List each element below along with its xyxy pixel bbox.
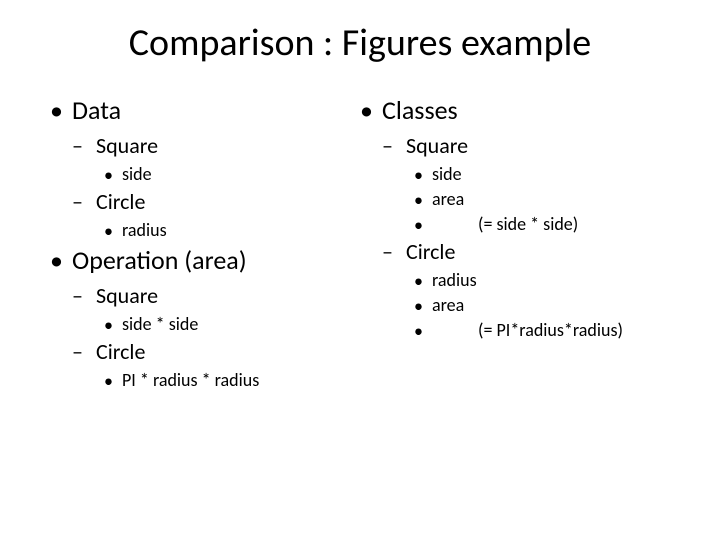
bullet-operation: Operation (area) [50,244,360,276]
bullet-pi-radius: PI * radius * radius [104,369,360,391]
bullet-class-side: side [414,163,670,185]
bullet-radius: radius [104,219,360,241]
bullet-square-op: Square [72,282,360,309]
bullet-class-area2: area [414,294,670,316]
slide: Comparison : Figures example Data Square… [0,0,720,540]
bullet-class-formula: (= side * side) [414,213,670,235]
slide-title: Comparison : Figures example [50,20,670,66]
bullet-class-radius: radius [414,269,670,291]
right-column: Classes Square side area (= side * side)… [360,94,670,394]
bullet-square: Square [72,132,360,159]
left-column: Data Square side Circle radius Operation… [50,94,360,394]
bullet-side: side [104,163,360,185]
bullet-classes: Classes [360,94,670,126]
bullet-class-square: Square [382,132,670,159]
bullet-class-area: area [414,188,670,210]
bullet-data: Data [50,94,360,126]
bullet-circle-op: Circle [72,338,360,365]
bullet-class-circle: Circle [382,238,670,265]
bullet-side-side: side * side [104,313,360,335]
bullet-class-formula2: (= PI*radius*radius) [414,319,670,341]
bullet-circle: Circle [72,188,360,215]
columns: Data Square side Circle radius Operation… [50,94,670,394]
